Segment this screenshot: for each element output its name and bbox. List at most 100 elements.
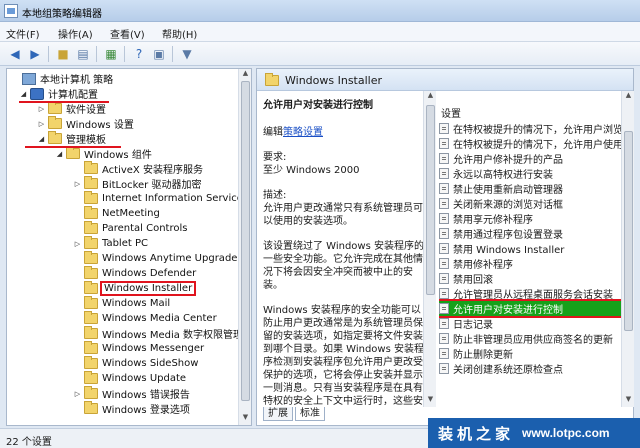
scroll-up-arrow-icon[interactable]: ▲ <box>622 91 635 103</box>
highlight-underline <box>25 146 121 148</box>
scroll-down-arrow-icon[interactable]: ▼ <box>239 413 251 425</box>
tree-item[interactable]: Windows SideShow <box>73 356 198 371</box>
setting-row[interactable]: 禁用通过程序包设置登录 <box>439 226 621 241</box>
policy-setting-icon <box>439 153 449 164</box>
setting-row[interactable]: 关闭新来源的浏览对话框 <box>439 196 621 211</box>
scroll-thumb[interactable] <box>426 105 435 295</box>
policy-setting-icon <box>439 183 449 194</box>
setting-label: 关闭创建系统还原检查点 <box>453 365 563 376</box>
tree-item[interactable]: ◢ Windows 组件 <box>55 146 152 161</box>
setting-row[interactable]: 防止非管理员应用供应商签名的更新 <box>439 331 621 346</box>
tree-item[interactable]: NetMeeting <box>73 206 160 221</box>
setting-row[interactable]: 禁用回滚 <box>439 271 621 286</box>
window-title: 本地组策略编辑器 <box>22 9 102 20</box>
tree-item[interactable]: Windows Messenger <box>73 341 204 356</box>
filter-icon[interactable]: ▼ <box>178 45 196 63</box>
menu-action[interactable]: 操作(A) <box>58 26 93 41</box>
setting-label: 禁止使用重新启动管理器 <box>453 185 563 196</box>
app-icon <box>4 4 18 18</box>
setting-row[interactable]: 禁用修补程序 <box>439 256 621 271</box>
scroll-up-arrow-icon[interactable]: ▲ <box>239 69 251 81</box>
scroll-up-arrow-icon[interactable]: ▲ <box>424 91 437 103</box>
tree-item[interactable]: ▷ Tablet PC <box>73 236 148 251</box>
tree-item[interactable]: Internet Information Services <box>73 191 248 206</box>
menu-file[interactable]: 文件(F) <box>6 26 40 41</box>
toolbar-separator <box>172 46 173 62</box>
scroll-down-arrow-icon[interactable]: ▼ <box>424 395 437 407</box>
tree-item[interactable]: Parental Controls <box>73 221 187 236</box>
tree-item[interactable]: Windows Media Center <box>73 311 217 326</box>
show-hide-tree-icon[interactable]: ▤ <box>74 45 92 63</box>
tree-item[interactable]: Windows Anytime Upgrade <box>73 251 237 266</box>
folder-icon <box>84 326 98 339</box>
folder-icon <box>66 146 80 159</box>
expander-icon[interactable]: ▷ <box>73 390 82 398</box>
tree-item[interactable]: Windows Update <box>73 371 186 386</box>
toolbar-separator <box>96 46 97 62</box>
description-block: 描述: 允许用户更改通常只有系统管理员可以使用的安装选项。 <box>263 189 425 228</box>
tree-item[interactable]: ▷ Windows 错误报告 <box>73 386 190 401</box>
tree-item[interactable]: Windows Installer <box>73 281 197 296</box>
tree-item[interactable]: Windows Media 数字权限管理 <box>73 326 243 341</box>
setting-row[interactable]: 日志记录 <box>439 316 621 331</box>
menu-view[interactable]: 查看(V) <box>110 26 145 41</box>
expander-icon[interactable]: ▷ <box>73 180 82 188</box>
back-arrow-icon[interactable]: ◀ <box>6 45 24 63</box>
setting-label: 禁用 Windows Installer <box>453 245 565 256</box>
setting-row[interactable]: 禁用享元修补程序 <box>439 211 621 226</box>
tree-scrollbar[interactable]: ▲ ▼ <box>238 69 251 425</box>
edit-prefix: 编辑 <box>263 127 283 138</box>
expander-icon[interactable]: ▷ <box>73 240 82 248</box>
tree-item[interactable]: 本地计算机 策略 <box>11 71 113 86</box>
tree-item[interactable]: ◢ 管理模板 <box>37 131 106 146</box>
setting-row[interactable]: 禁止使用重新启动管理器 <box>439 181 621 196</box>
description-pane: 允许用户对安装进行控制 编辑策略设置 要求: 至少 Windows 2000 描… <box>263 99 425 405</box>
setting-row[interactable]: 永远以高特权进行安装 <box>439 166 621 181</box>
setting-row[interactable]: 在特权被提升的情况下，允许用户浏览 <box>439 121 621 136</box>
settings-scrollbar[interactable]: ▲ ▼ <box>621 91 634 407</box>
export-list-icon[interactable]: ▦ <box>102 45 120 63</box>
description-scrollbar[interactable]: ▲ ▼ <box>423 91 436 407</box>
expander-icon[interactable]: ▷ <box>37 105 46 113</box>
expander-icon[interactable]: ▷ <box>37 120 46 128</box>
tree-item-label: 本地计算机 策略 <box>40 75 114 86</box>
setting-row[interactable]: 允许用户修补提升的产品 <box>439 151 621 166</box>
tab-extended[interactable]: 扩展 <box>263 407 293 421</box>
up-folder-icon[interactable]: ■ <box>54 45 72 63</box>
tree-item[interactable]: ◢ 计算机配置 <box>19 86 98 101</box>
scroll-down-arrow-icon[interactable]: ▼ <box>622 395 635 407</box>
navigation-tree[interactable]: 本地计算机 策略 ◢ 计算机配置 ▷ 软件设置 ▷ Windows 设置 ◢ 管理模板 ◢ Wind… <box>6 68 252 426</box>
setting-label: 允许管理员从远程桌面服务会话安装 <box>453 290 613 301</box>
setting-row[interactable]: 禁用 Windows Installer <box>439 241 621 256</box>
setting-row[interactable]: 允许用户对安装进行控制 <box>439 299 621 318</box>
tree-item[interactable]: ▷ BitLocker 驱动器加密 <box>73 176 201 191</box>
tree-item[interactable]: Windows 登录选项 <box>73 401 190 416</box>
toolbar: ◀ ▶ ■ ▤ ▦ ? ▣ ▼ <box>0 42 640 66</box>
policy-setting-icon <box>439 138 449 149</box>
help-icon[interactable]: ? <box>130 45 148 63</box>
settings-column-header[interactable]: 设置 <box>441 105 461 120</box>
tree-item[interactable]: ActiveX 安装程序服务 <box>73 161 203 176</box>
expander-icon[interactable]: ◢ <box>55 150 64 158</box>
tree-item[interactable]: Windows Mail <box>73 296 170 311</box>
edit-policy-link[interactable]: 策略设置 <box>283 127 323 138</box>
setting-row[interactable]: 防止删除更新 <box>439 346 621 361</box>
folder-icon <box>84 221 98 234</box>
computer-icon <box>30 87 44 100</box>
setting-row[interactable]: 关闭创建系统还原检查点 <box>439 361 621 376</box>
expander-icon[interactable]: ◢ <box>19 90 28 98</box>
setting-row[interactable]: 允许管理员从远程桌面服务会话安装 <box>439 286 621 301</box>
forward-arrow-icon[interactable]: ▶ <box>26 45 44 63</box>
tree-item[interactable]: ▷ Windows 设置 <box>37 116 134 131</box>
description-title: 允许用户对安装进行控制 <box>263 100 373 111</box>
expander-icon[interactable]: ◢ <box>37 135 46 143</box>
tab-standard[interactable]: 标准 <box>295 407 325 421</box>
setting-row[interactable]: 在特权被提升的情况下，允许用户使用 <box>439 136 621 151</box>
menu-help[interactable]: 帮助(H) <box>162 26 197 41</box>
folder-icon <box>84 371 98 384</box>
tree-item[interactable]: Windows Defender <box>73 266 196 281</box>
properties-icon[interactable]: ▣ <box>150 45 168 63</box>
tree-item[interactable]: ▷ 软件设置 <box>37 101 106 116</box>
scroll-thumb[interactable] <box>241 81 250 401</box>
scroll-thumb[interactable] <box>624 131 633 331</box>
